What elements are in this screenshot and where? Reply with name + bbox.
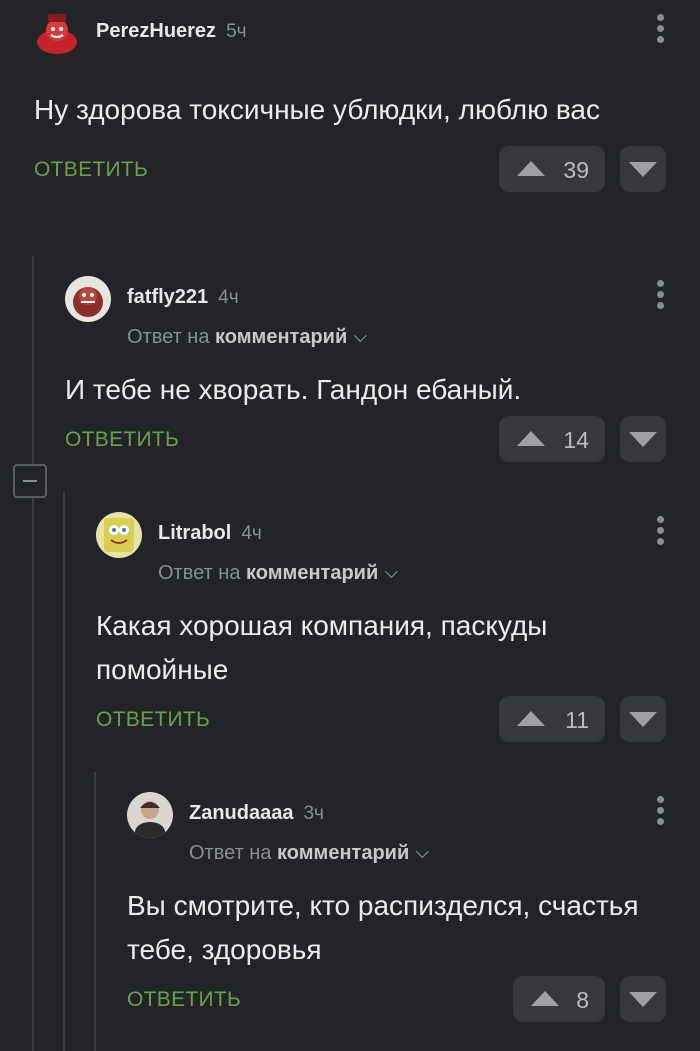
collapse-thread-button[interactable] [13,464,47,498]
upvote-button[interactable]: 8 [513,976,605,1022]
username[interactable]: Zanudaaaa 3ч [189,802,324,825]
reply-button[interactable]: ОТВЕТИТЬ [127,988,241,1012]
more-options-icon[interactable] [656,14,664,46]
username[interactable]: fatfly221 4ч [127,286,239,309]
comment: Zanudaaaa 3ч Ответ на комментарий Вы смот… [127,782,700,1051]
upvote-button[interactable]: 14 [499,416,605,462]
arrow-down-icon [629,992,657,1007]
more-options-icon[interactable] [656,516,664,548]
username[interactable]: PerezHuerez 5ч [96,20,247,43]
upvote-button[interactable]: 11 [499,696,605,742]
red-hat-character-icon [34,10,80,56]
chevron-down-icon [385,565,398,579]
comment: PerezHuerez 5ч Ну здорова токсичные ублюд… [34,0,700,240]
chevron-down-icon [416,845,429,859]
avatar[interactable] [127,792,173,838]
reply-button[interactable]: ОТВЕТИТЬ [96,708,210,732]
arrow-up-icon [517,161,545,176]
arrow-down-icon [629,432,657,447]
vote-count: 39 [563,157,589,183]
reply-to-link[interactable]: Ответ на комментарий [127,326,367,349]
avatar[interactable] [34,10,80,56]
username[interactable]: Litrabol 4ч [158,522,262,545]
man-photo-icon [127,792,173,838]
comment-text: Ну здорова токсичные ублюдки, люблю вас [34,94,600,125]
avatar[interactable] [65,276,111,322]
timestamp: 4ч [241,523,262,544]
thread-line-level-2 [63,492,65,1051]
downvote-button[interactable] [620,416,666,462]
timestamp: 4ч [218,287,239,308]
more-options-icon[interactable] [656,796,664,828]
downvote-button[interactable] [620,696,666,742]
creature-icon [65,276,111,322]
more-options-icon[interactable] [656,280,664,312]
vote-count: 14 [563,427,589,453]
chevron-down-icon [354,329,367,343]
downvote-button[interactable] [620,976,666,1022]
arrow-up-icon [531,991,559,1006]
arrow-up-icon [517,711,545,726]
thread-line-level-1 [32,256,34,1051]
reply-to-link[interactable]: Ответ на комментарий [189,842,429,865]
thread-line-level-3 [94,772,96,1051]
vote-count: 8 [576,987,589,1013]
arrow-down-icon [629,712,657,727]
comment: Litrabol 4ч Ответ на комментарий Какая хо… [96,502,700,762]
upvote-button[interactable]: 39 [499,146,605,192]
comment-text: И тебе не хворать. Гандон ебаный. [65,374,522,405]
vote-count: 11 [565,707,589,733]
downvote-button[interactable] [620,146,666,192]
timestamp: 3ч [303,803,324,824]
reply-button[interactable]: ОТВЕТИТЬ [65,428,179,452]
comment-text: Какая хорошая компания, паскуды помойные [96,610,548,685]
timestamp: 5ч [226,21,247,42]
reply-to-link[interactable]: Ответ на комментарий [158,562,398,585]
arrow-up-icon [517,431,545,446]
comment-text: Вы смотрите, кто распизделся, счастья те… [127,890,639,965]
reply-button[interactable]: ОТВЕТИТЬ [34,158,148,182]
avatar[interactable] [96,512,142,558]
spongebob-icon [96,512,142,558]
comment: fatfly221 4ч Ответ на комментарий И тебе … [65,266,700,476]
arrow-down-icon [629,162,657,177]
